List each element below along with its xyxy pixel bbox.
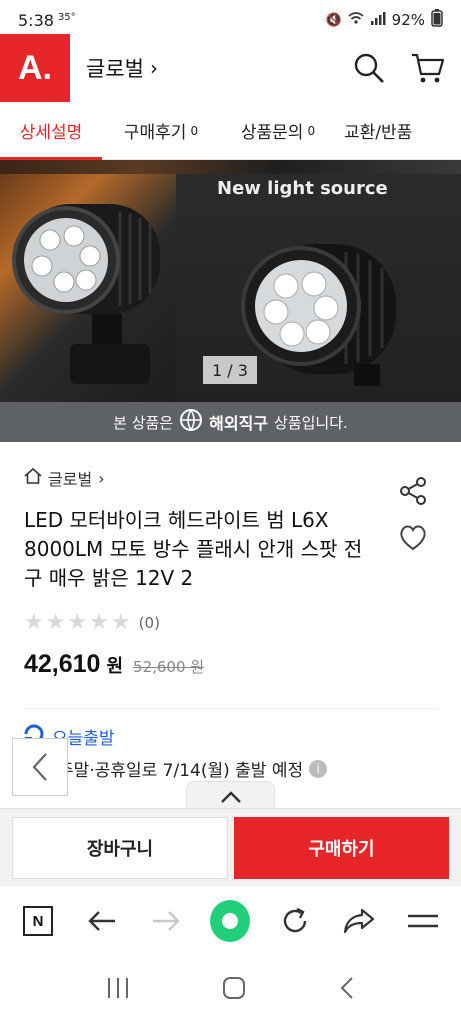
system-back-icon[interactable] xyxy=(339,976,355,1004)
naver-home-button[interactable]: N xyxy=(18,901,58,941)
star-icon: ★ xyxy=(24,610,44,635)
share-button[interactable] xyxy=(339,901,379,941)
tab-label: 교환/반품 xyxy=(344,123,413,143)
shipping-text: 주말·공휴일로 7/14(월) 출발 예정 xyxy=(58,761,304,781)
star-icon: ★ xyxy=(67,610,88,635)
wifi-icon xyxy=(348,11,364,29)
store-name-link[interactable]: 글로벌 › xyxy=(86,53,158,83)
star-icon: ★ xyxy=(110,610,131,635)
overseas-suffix: 상품입니다. xyxy=(274,413,348,432)
status-extra: 35° xyxy=(57,11,76,23)
hamburger-icon xyxy=(407,914,438,928)
chevron-right-icon: › xyxy=(149,56,158,80)
home-icon xyxy=(24,467,42,488)
chevron-up-icon xyxy=(220,790,241,803)
buy-now-button[interactable]: 구매하기 xyxy=(234,817,449,879)
tab-reviews[interactable]: 구매후기 0 xyxy=(102,102,220,159)
browser-toolbar: N xyxy=(0,886,461,956)
price-block: 42,610 원 52,600 원 xyxy=(24,650,204,679)
add-to-cart-button[interactable]: 장바구니 xyxy=(12,817,228,879)
product-title: LED 모터바이크 헤드라이트 범 L6X 8000LM 모토 방수 플래시 안… xyxy=(24,508,363,590)
tab-returns[interactable]: 교환/반품 xyxy=(336,102,461,159)
image-caption: New light source xyxy=(217,178,388,199)
product-image-carousel[interactable]: New light source xyxy=(0,160,461,442)
rating[interactable]: ★ ★ ★ ★ ★ (0) xyxy=(24,610,160,635)
home-button-icon[interactable] xyxy=(222,976,246,1004)
arrow-right-icon xyxy=(153,911,181,931)
divider xyxy=(24,708,438,709)
review-count: (0) xyxy=(138,613,160,632)
sale-price: 42,610 xyxy=(24,650,101,678)
share-arrow-icon xyxy=(343,908,374,934)
store-name: 글로벌 xyxy=(86,57,144,81)
browser-forward-button[interactable] xyxy=(146,901,186,941)
currency-unit: 원 xyxy=(106,656,124,677)
system-nav-bar xyxy=(0,956,461,1024)
product-photo-left xyxy=(0,174,176,402)
wishlist-heart-icon[interactable] xyxy=(398,524,428,556)
share-icon[interactable] xyxy=(398,476,428,510)
tab-count: 0 xyxy=(307,123,316,138)
info-icon[interactable]: i xyxy=(309,759,328,778)
breadcrumb-store: 글로벌 xyxy=(48,470,93,489)
refresh-button[interactable] xyxy=(275,901,315,941)
motorcycle-lamp-illustration xyxy=(12,204,160,384)
breadcrumb[interactable]: 글로벌 › xyxy=(24,466,105,490)
star-icon: ★ xyxy=(45,610,66,635)
status-time: 5:38 xyxy=(18,10,54,30)
back-button[interactable] xyxy=(12,738,68,796)
globe-plane-icon xyxy=(179,408,203,436)
tab-questions[interactable]: 상품문의 0 xyxy=(220,102,336,159)
chevron-right-icon: › xyxy=(98,468,105,488)
overseas-notice: 본 상품은 해외직구 상품입니다. xyxy=(0,402,461,442)
tab-label: 상품문의 xyxy=(240,123,304,143)
naver-n-icon: N xyxy=(23,906,54,936)
tab-description[interactable]: 상세설명 xyxy=(0,102,102,160)
tab-label: 상세설명 xyxy=(19,123,83,143)
image-top-strip xyxy=(0,160,461,174)
tab-count: 0 xyxy=(190,123,199,138)
search-icon[interactable] xyxy=(353,52,385,84)
refresh-icon xyxy=(283,907,306,933)
original-price: 52,600 원 xyxy=(133,658,205,676)
recent-apps-icon[interactable] xyxy=(106,977,130,1003)
app-header: A. 글로벌 › xyxy=(0,34,461,102)
browser-back-button[interactable] xyxy=(82,901,122,941)
chevron-left-icon xyxy=(32,753,47,781)
image-pager: 1 / 3 xyxy=(203,356,257,384)
header-actions xyxy=(353,52,445,84)
star-icon: ★ xyxy=(89,610,109,635)
menu-button[interactable] xyxy=(403,901,443,941)
shipping-info: 주말·공휴일로 7/14(월) 출발 예정 i xyxy=(58,756,328,781)
overseas-highlight: 해외직구 xyxy=(209,414,269,433)
app-logo[interactable]: A. xyxy=(0,34,70,102)
status-right: 🔇 92% xyxy=(325,9,443,31)
purchase-bar: 장바구니 구매하기 xyxy=(0,808,461,886)
overseas-prefix: 본 상품은 xyxy=(113,413,174,432)
expand-options-handle[interactable] xyxy=(186,781,275,811)
signal-icon xyxy=(370,11,386,29)
battery-percent: 92% xyxy=(391,11,425,29)
detail-tabs: 상세설명 구매후기 0 상품문의 0 교환/반품 xyxy=(0,102,461,160)
green-dot-icon xyxy=(210,900,251,942)
mute-icon: 🔇 xyxy=(325,12,342,28)
tab-label: 구매후기 xyxy=(123,123,187,143)
cart-icon[interactable] xyxy=(411,52,445,84)
battery-icon xyxy=(431,9,443,31)
green-dot-button[interactable] xyxy=(210,900,251,942)
arrow-left-icon xyxy=(88,911,116,931)
